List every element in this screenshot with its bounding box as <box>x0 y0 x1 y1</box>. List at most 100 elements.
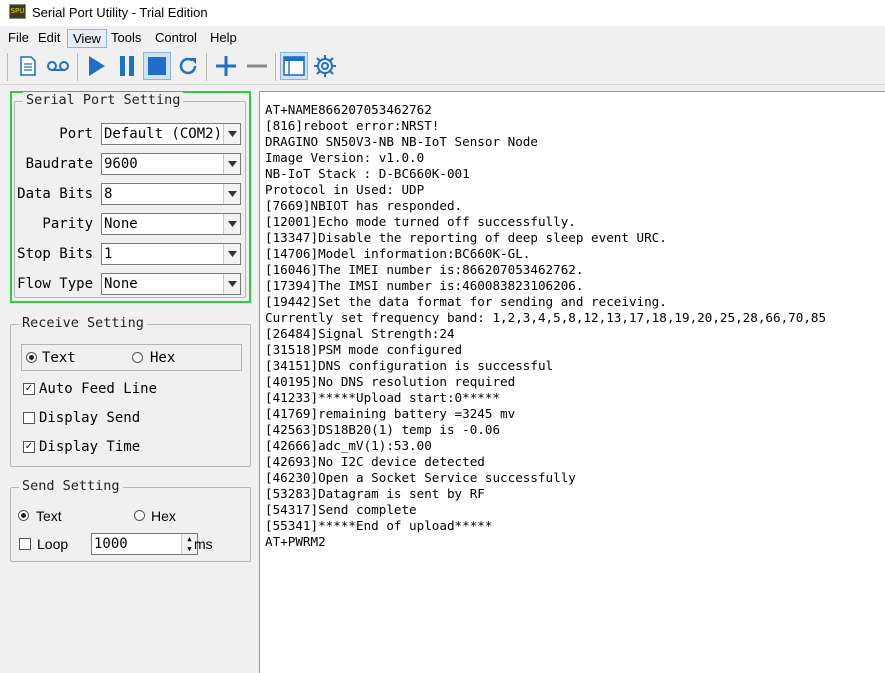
send-hex-radio[interactable] <box>134 510 145 521</box>
menu-help[interactable]: Help <box>205 29 242 48</box>
receive-output[interactable]: AT+NAME866207053462762 [816]reboot error:… <box>259 91 885 673</box>
baudrate-label: Baudrate <box>25 156 93 172</box>
menu-tools[interactable]: Tools <box>106 29 146 48</box>
output-line: Protocol in Used: UDP <box>265 182 425 197</box>
data-bits-value: 8 <box>104 186 113 202</box>
send-group: Send Setting Text Hex Loop 1000 ▲ ▼ ms <box>10 478 251 562</box>
display-send-checkbox[interactable] <box>23 412 35 424</box>
display-time-checkbox[interactable]: ✓ <box>23 441 35 453</box>
serial-port-title: Serial Port Setting <box>23 92 184 108</box>
output-line: [54317]Send complete <box>265 502 417 517</box>
serial-port-group: Serial Port Setting Port Default (COM2) … <box>14 92 246 298</box>
play-icon[interactable] <box>82 52 110 80</box>
output-line: NB-IoT Stack : D-BC660K-001 <box>265 166 470 181</box>
output-line: [7669]NBIOT has responded. <box>265 198 463 213</box>
receive-text-radio[interactable] <box>26 352 37 363</box>
menu-file[interactable]: File <box>3 29 34 48</box>
send-text-radio[interactable] <box>18 510 29 521</box>
add-icon[interactable] <box>212 52 240 80</box>
output-line: [12001]Echo mode turned off successfully… <box>265 214 576 229</box>
output-line: DRAGINO SN50V3-NB NB-IoT Sensor Node <box>265 134 538 149</box>
receive-hex-radio[interactable] <box>132 352 143 363</box>
display-time-label: Display Time <box>39 439 141 455</box>
settings-icon[interactable] <box>311 52 339 80</box>
output-lines: AT+NAME866207053462762 [816]reboot error:… <box>265 102 826 550</box>
window-icon[interactable] <box>280 52 308 80</box>
data-bits-select[interactable]: 8 <box>101 183 241 205</box>
toolbar-separator <box>77 53 78 81</box>
output-line: [46230]Open a Socket Service successfull… <box>265 470 576 485</box>
port-value: Default (COM2) <box>104 126 223 142</box>
menu-control[interactable]: Control <box>150 29 202 48</box>
stop-icon[interactable] <box>143 52 171 80</box>
receive-hex-label: Hex <box>150 350 176 366</box>
toolbar-separator <box>206 53 207 81</box>
title-bar: SPU Serial Port Utility - Trial Edition <box>0 0 885 26</box>
output-line: [19442]Set the data format for sending a… <box>265 294 667 309</box>
flow-type-select[interactable]: None <box>101 273 241 295</box>
output-line: [14706]Model information:BC660K-GL. <box>265 246 531 261</box>
output-line: [17394]The IMSI number is:46008382310620… <box>265 278 584 293</box>
toolbar-separator <box>275 53 276 81</box>
output-line: [41233]*****Upload start:0***** <box>265 390 501 405</box>
menu-bar: File Edit View Tools Control Help <box>0 27 885 48</box>
receive-text-label: Text <box>42 350 76 366</box>
loop-interval-value: 1000 <box>94 536 128 552</box>
stop-bits-select[interactable]: 1 <box>101 243 241 265</box>
parity-value: None <box>104 216 138 232</box>
window-title: Serial Port Utility - Trial Edition <box>32 5 208 20</box>
chevron-down-icon <box>223 214 240 234</box>
baudrate-select[interactable]: 9600 <box>101 153 241 175</box>
auto-feed-line-checkbox[interactable]: ✓ <box>23 383 35 395</box>
output-line: [816]reboot error:NRST! <box>265 118 440 133</box>
send-title: Send Setting <box>19 478 123 494</box>
flow-type-label: Flow Type <box>17 276 93 292</box>
baudrate-value: 9600 <box>104 156 138 172</box>
chevron-down-icon <box>223 274 240 294</box>
record-icon[interactable] <box>44 52 72 80</box>
output-line: [42666]adc_mV(1):53.00 <box>265 438 432 453</box>
loop-spin-wrap: 1000 ▲ ▼ <box>11 533 211 555</box>
pause-icon[interactable] <box>113 52 141 80</box>
send-hex-label: Hex <box>151 508 176 524</box>
output-line: [55341]*****End of upload***** <box>265 518 493 533</box>
new-document-icon[interactable] <box>14 52 42 80</box>
output-line: [34151]DNS configuration is successful <box>265 358 554 373</box>
output-line: [41769]remaining battery =3245 mv <box>265 406 516 421</box>
chevron-down-icon <box>223 154 240 174</box>
output-line: [53283]Datagram is sent by RF <box>265 486 485 501</box>
port-select[interactable]: Default (COM2) <box>101 123 241 145</box>
output-line: [42563]DS18B20(1) temp is -0.06 <box>265 422 501 437</box>
output-line: [13347]Disable the reporting of deep sle… <box>265 230 667 245</box>
chevron-down-icon <box>223 184 240 204</box>
output-line: [16046]The IMEI number is:86620705346276… <box>265 262 584 277</box>
parity-select[interactable]: None <box>101 213 241 235</box>
parity-label: Parity <box>42 216 93 232</box>
receive-title: Receive Setting <box>19 315 147 331</box>
stop-bits-value: 1 <box>104 246 113 262</box>
refresh-icon[interactable] <box>174 52 202 80</box>
loop-interval-input[interactable]: 1000 ▲ ▼ <box>91 533 198 555</box>
remove-icon[interactable] <box>243 52 271 80</box>
output-line: [40195]No DNS resolution required <box>265 374 516 389</box>
flow-type-value: None <box>104 276 138 292</box>
chevron-down-icon <box>223 244 240 264</box>
send-text-label: Text <box>36 508 62 524</box>
output-line: AT+NAME866207053462762 <box>265 102 432 117</box>
auto-feed-line-label: Auto Feed Line <box>39 381 158 397</box>
menu-edit[interactable]: Edit <box>33 29 65 48</box>
toolbar <box>0 49 885 85</box>
app-icon: SPU <box>9 4 26 19</box>
loop-unit: ms <box>194 536 213 552</box>
output-line: [31518]PSM mode configured <box>265 342 463 357</box>
output-line: [42693]No I2C device detected <box>265 454 485 469</box>
toolbar-separator <box>7 53 8 81</box>
output-line: Image Version: v1.0.0 <box>265 150 425 165</box>
stop-bits-label: Stop Bits <box>17 246 93 262</box>
port-label: Port <box>59 126 93 142</box>
display-send-label: Display Send <box>39 410 141 426</box>
data-bits-label: Data Bits <box>17 186 93 202</box>
chevron-down-icon <box>223 124 240 144</box>
output-line: AT+PWRM2 <box>265 534 326 549</box>
menu-view[interactable]: View <box>67 29 107 48</box>
